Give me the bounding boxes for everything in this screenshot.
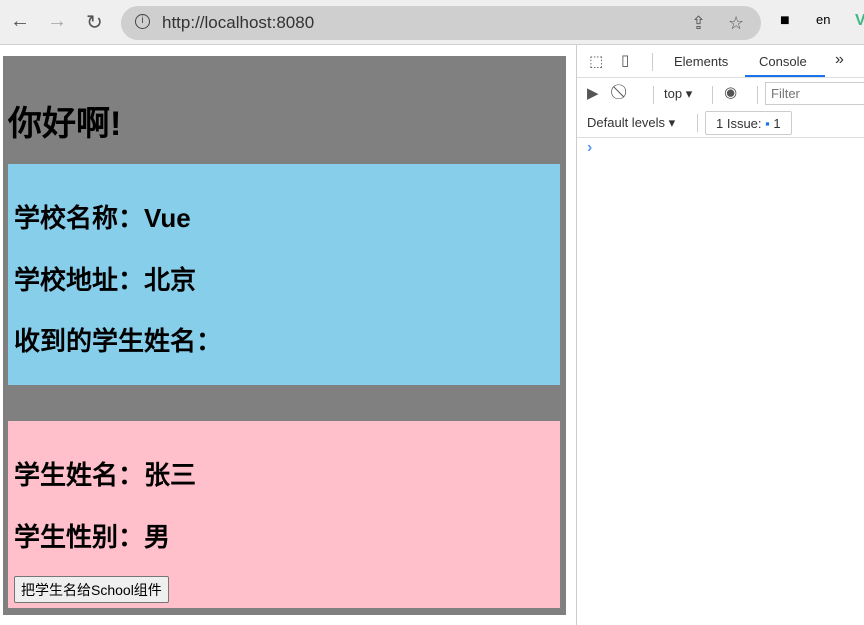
- school-name: 学校名称：Vue: [14, 203, 191, 233]
- school-address: 学校地址：北京: [14, 265, 197, 295]
- devtools-panel: ⬚ ▯ Elements Console » ▶ ⃠ top ▾ ◉ Defau…: [576, 45, 864, 625]
- context-label: top: [664, 86, 683, 101]
- eye-icon[interactable]: ◉: [724, 83, 737, 101]
- tab-elements[interactable]: Elements: [674, 54, 728, 69]
- star-icon[interactable]: ☆: [728, 13, 744, 34]
- app-container: 你好啊! 学校名称：Vue 学校地址：北京 收到的学生姓名： 学生姓名：张三 学…: [3, 56, 566, 615]
- levels-label: Default levels: [587, 115, 666, 130]
- reload-icon[interactable]: ↻: [86, 10, 103, 35]
- share-icon[interactable]: ⇪: [691, 13, 706, 34]
- url-text[interactable]: http://localhost:8080: [162, 13, 314, 33]
- page-title: 你好啊!: [8, 105, 122, 143]
- translate-extension-icon[interactable]: en: [816, 12, 830, 27]
- filter-input[interactable]: [765, 82, 864, 105]
- more-tabs-icon[interactable]: »: [835, 51, 844, 69]
- extension-icon[interactable]: ■: [780, 12, 790, 30]
- received-student-name: 收到的学生姓名：: [14, 326, 223, 356]
- student-sex: 学生性别：男: [14, 522, 171, 552]
- inspect-element-icon[interactable]: ⬚: [589, 52, 603, 70]
- context-selector[interactable]: top ▾: [664, 86, 692, 102]
- browser-toolbar: ← → ↻ i http://localhost:8080 ⇪ ☆ ■ en V: [0, 0, 864, 45]
- info-icon[interactable]: i: [135, 14, 150, 29]
- log-levels-dropdown[interactable]: Default levels ▾: [587, 115, 675, 131]
- student-component: 学生姓名：张三 学生性别：男 把学生名给School组件: [8, 421, 560, 608]
- school-component: 学校名称：Vue 学校地址：北京 收到的学生姓名：: [8, 164, 560, 385]
- active-tab-indicator: [745, 75, 825, 77]
- page-viewport: 你好啊! 学校名称：Vue 学校地址：北京 收到的学生姓名： 学生姓名：张三 学…: [0, 45, 576, 625]
- device-toggle-icon[interactable]: ▯: [621, 51, 629, 69]
- issues-button[interactable]: 1 Issue: ▪ 1: [705, 111, 792, 135]
- forward-arrow-icon[interactable]: →: [47, 10, 67, 33]
- console-prompt[interactable]: ›: [587, 139, 592, 157]
- tab-console[interactable]: Console: [759, 54, 807, 69]
- student-name: 学生姓名：张三: [14, 460, 197, 490]
- message-icon: ▪: [765, 116, 770, 131]
- issues-label: 1 Issue:: [716, 116, 762, 131]
- back-arrow-icon[interactable]: ←: [10, 10, 30, 33]
- address-bar[interactable]: i http://localhost:8080 ⇪ ☆: [121, 6, 761, 40]
- issues-count: 1: [773, 116, 781, 131]
- sidebar-toggle-icon[interactable]: ▶: [587, 84, 599, 102]
- send-name-button[interactable]: 把学生名给School组件: [14, 576, 169, 603]
- vue-devtools-icon[interactable]: V: [855, 12, 864, 30]
